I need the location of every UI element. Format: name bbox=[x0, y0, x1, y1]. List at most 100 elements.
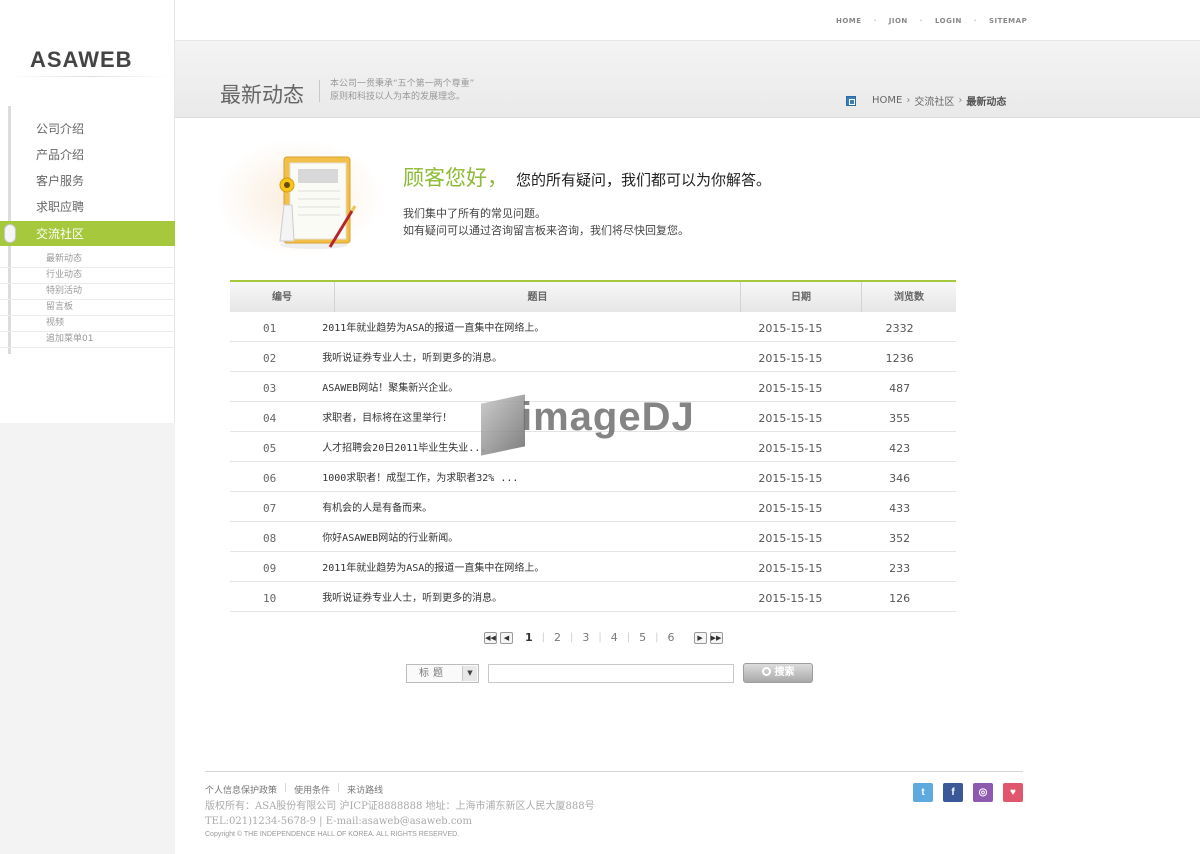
left-column: ASAWEB 公司介绍 产品介绍 客户服务 求职应聘 交流社区 最新动态 行业动… bbox=[0, 0, 175, 854]
page-number[interactable]: 6 bbox=[659, 631, 684, 644]
logo-divider bbox=[10, 76, 170, 77]
last-page-icon[interactable]: ▶▶ bbox=[709, 631, 723, 644]
search-field-select[interactable]: 标题 ▼ bbox=[406, 664, 479, 683]
sidebar-item-service[interactable]: 客户服务 bbox=[0, 168, 175, 194]
page-number[interactable]: 3 bbox=[573, 631, 598, 644]
row-title-link[interactable]: 2011年就业趋势为ASA的报道一直集中在网络上。 bbox=[322, 552, 735, 581]
row-date: 2015-15-15 bbox=[758, 442, 823, 455]
page-number[interactable]: 2 bbox=[545, 631, 570, 644]
top-link-separator: · bbox=[973, 17, 977, 25]
search-field-selected: 标题 bbox=[419, 668, 447, 679]
page-number[interactable]: 1 bbox=[516, 631, 542, 644]
chevron-right-icon: › bbox=[958, 95, 963, 106]
subnav-item-industry-news[interactable]: 行业动态 bbox=[0, 268, 175, 284]
intro-heading: 顾客您好， 您的所有疑问，我们都可以为你解答。 bbox=[403, 162, 771, 192]
page-title: 最新动态 bbox=[220, 83, 304, 107]
title-divider bbox=[319, 80, 320, 102]
column-header-date: 日期 bbox=[741, 282, 862, 312]
sidebar-item-community[interactable]: 交流社区 bbox=[0, 221, 175, 246]
column-header-number: 编号 bbox=[230, 282, 335, 312]
page-number[interactable]: 5 bbox=[630, 631, 655, 644]
table-row: 02 我听说证券专业人士，听到更多的消息。 2015-15-15 1236 bbox=[230, 342, 956, 372]
breadcrumb-home[interactable]: HOME bbox=[872, 95, 902, 106]
sidebar-item-company[interactable]: 公司介绍 bbox=[0, 116, 175, 142]
top-link-sitemap[interactable]: SITEMAP bbox=[989, 17, 1027, 25]
table-row: 10 我听说证券专业人士，听到更多的消息。 2015-15-15 126 bbox=[230, 582, 956, 612]
next-page-icon[interactable]: ▶ bbox=[693, 631, 707, 644]
me2day-icon[interactable]: ◎ bbox=[973, 783, 993, 802]
row-title-link[interactable]: 人才招聘会20日2011毕业生失业... bbox=[322, 432, 735, 461]
top-link-separator: · bbox=[919, 17, 923, 25]
footer-divider bbox=[205, 771, 1023, 772]
top-link-home[interactable]: HOME bbox=[836, 17, 862, 25]
site-logo[interactable]: ASAWEB bbox=[30, 47, 133, 73]
row-date: 2015-15-15 bbox=[758, 382, 823, 395]
intro-line: 如有疑问可以通过咨询留言板来咨询，我们将尽快回复您。 bbox=[403, 224, 689, 237]
sidebar-item-products[interactable]: 产品介绍 bbox=[0, 142, 175, 168]
footer-link-privacy[interactable]: 个人信息保护政策 bbox=[205, 783, 277, 796]
row-views: 2332 bbox=[885, 322, 914, 335]
first-page-icon[interactable]: ◀◀ bbox=[484, 631, 497, 644]
row-number: 04 bbox=[263, 412, 277, 425]
page-number[interactable]: 4 bbox=[602, 631, 627, 644]
footer-contact-info: TEL:021)1234-5678-9 | E-mail:asaweb@asaw… bbox=[205, 816, 472, 827]
subnav-item-guestbook[interactable]: 留言板 bbox=[0, 300, 175, 316]
search-button[interactable]: 搜索 bbox=[743, 663, 813, 683]
business-document-icon bbox=[279, 156, 357, 249]
row-number: 02 bbox=[263, 352, 277, 365]
row-number: 03 bbox=[263, 382, 277, 395]
row-date: 2015-15-15 bbox=[758, 532, 823, 545]
footer-copyright: 版权所有：ASA股份有限公司 沪ICP证8888888 地址：上海市浦东新区人民… bbox=[205, 799, 595, 841]
row-title-link[interactable]: ASAWEB网站！聚集新兴企业。 bbox=[322, 372, 735, 401]
news-table: 编号 题目 日期 浏览数 01 2011年就业趋势为ASA的报道一直集中在网络上… bbox=[230, 280, 956, 612]
prev-page-icon[interactable]: ◀ bbox=[500, 631, 513, 644]
row-number: 06 bbox=[263, 472, 277, 485]
row-title-link[interactable]: 2011年就业趋势为ASA的报道一直集中在网络上。 bbox=[322, 312, 735, 341]
footer-company-info: 版权所有：ASA股份有限公司 沪ICP证8888888 地址：上海市浦东新区人民… bbox=[205, 801, 595, 812]
row-date: 2015-15-15 bbox=[758, 352, 823, 365]
sidebar-item-label: 交流社区 bbox=[36, 227, 85, 241]
search-input[interactable] bbox=[488, 664, 734, 683]
row-title-link[interactable]: 我听说证券专业人士，听到更多的消息。 bbox=[322, 342, 735, 371]
column-header-title: 题目 bbox=[335, 282, 741, 312]
twitter-icon[interactable]: t bbox=[913, 783, 933, 802]
breadcrumb-current: 最新动态 bbox=[966, 97, 1007, 108]
pagination: ◀◀ ◀ 1 | 2 | 3 | 4 | 5 | 6 ▶ ▶▶ bbox=[484, 631, 726, 644]
table-row: 04 求职者，目标将在这里举行！ 2015-15-15 355 bbox=[230, 402, 956, 432]
top-links: HOME · JION · LOGIN · SITEMAP bbox=[836, 17, 1027, 25]
table-row: 07 有机会的人是有备而来。 2015-15-15 433 bbox=[230, 492, 956, 522]
row-title-link[interactable]: 有机会的人是有备而来。 bbox=[322, 492, 735, 521]
row-views: 423 bbox=[889, 442, 911, 455]
top-link-join[interactable]: JION bbox=[889, 17, 908, 25]
facebook-icon[interactable]: f bbox=[943, 783, 963, 802]
row-title-link[interactable]: 你好ASAWEB网站的行业新闻。 bbox=[322, 522, 735, 551]
row-date: 2015-15-15 bbox=[758, 412, 823, 425]
breadcrumb-community[interactable]: 交流社区 bbox=[914, 93, 954, 108]
sidebar-nav: 公司介绍 产品介绍 客户服务 求职应聘 交流社区 最新动态 行业动态 特别活动 … bbox=[0, 116, 175, 348]
subnav-item-video[interactable]: 视频 bbox=[0, 316, 175, 332]
subnav-item-latest-news[interactable]: 最新动态 bbox=[0, 252, 175, 268]
top-link-separator: · bbox=[873, 17, 877, 25]
row-number: 05 bbox=[263, 442, 277, 455]
row-date: 2015-15-15 bbox=[758, 502, 823, 515]
sidebar-item-label: 公司介绍 bbox=[36, 122, 85, 136]
page: ASAWEB 公司介绍 产品介绍 客户服务 求职应聘 交流社区 最新动态 行业动… bbox=[0, 0, 1200, 854]
row-title-link[interactable]: 求职者，目标将在这里举行！ bbox=[322, 402, 735, 431]
subnav-item-events[interactable]: 特别活动 bbox=[0, 284, 175, 300]
subnav-item-extra-menu[interactable]: 追加菜单01 bbox=[0, 332, 175, 348]
row-number: 10 bbox=[263, 592, 277, 605]
social-share-icon[interactable]: ♥ bbox=[1003, 783, 1023, 802]
top-link-login[interactable]: LOGIN bbox=[935, 17, 962, 25]
footer-link-directions[interactable]: 来访路线 bbox=[347, 783, 383, 796]
row-title-link[interactable]: 1000求职者！成型工作，为求职者32% ... bbox=[322, 462, 735, 491]
footer-link-terms[interactable]: 使用条件 bbox=[294, 783, 330, 796]
row-date: 2015-15-15 bbox=[758, 562, 823, 575]
intro-subheading: 您的所有疑问，我们都可以为你解答。 bbox=[516, 171, 772, 189]
footer-copyright-notice: Copyright © THE INDEPENDENCE HALL OF KOR… bbox=[205, 831, 460, 838]
footer-links: 个人信息保护政策 | 使用条件 | 来访路线 bbox=[205, 783, 383, 796]
footer-link-separator: | bbox=[284, 783, 288, 793]
chevron-right-icon: › bbox=[906, 95, 911, 106]
table-row: 05 人才招聘会20日2011毕业生失业... 2015-15-15 423 bbox=[230, 432, 956, 462]
row-title-link[interactable]: 我听说证券专业人士，听到更多的消息。 bbox=[322, 582, 735, 611]
sidebar-item-jobs[interactable]: 求职应聘 bbox=[0, 194, 175, 220]
